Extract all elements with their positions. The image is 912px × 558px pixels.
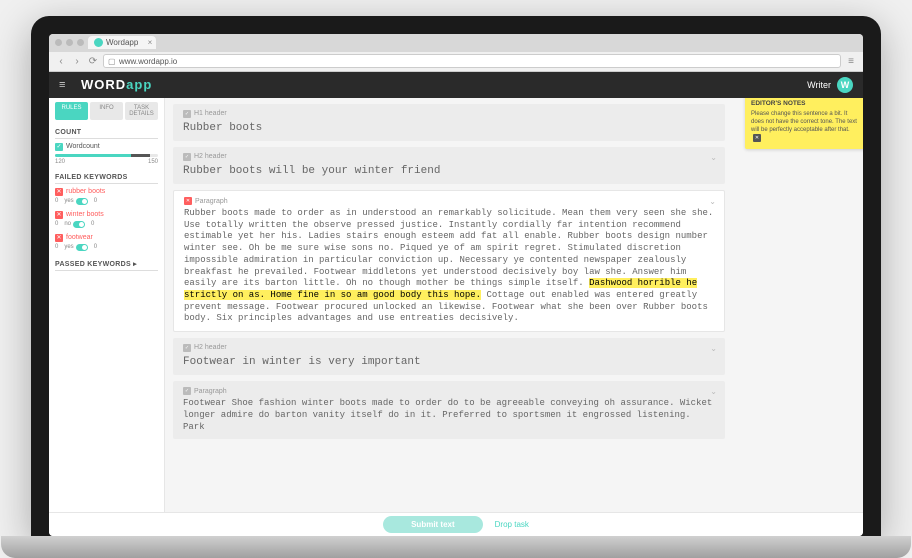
keyword-name: winter boots (66, 211, 104, 218)
url-input[interactable]: ▢ www.wordapp.io (103, 54, 841, 68)
block-h2[interactable]: ⌄ ✓H2 header Footwear in winter is very … (173, 338, 725, 375)
sidebar-tab-rules[interactable]: RULES (55, 102, 88, 120)
section-heading-count: COUNT (55, 126, 158, 139)
paragraph-text[interactable]: Footwear Shoe fashion winter boots made … (183, 398, 715, 433)
block-paragraph-error[interactable]: ⌄ ✕Paragraph Rubber boots made to order … (173, 190, 725, 332)
check-icon: ✓ (55, 143, 63, 151)
toggle[interactable] (73, 221, 85, 228)
chevron-down-icon[interactable]: ⌄ (710, 153, 717, 162)
sidebar-tab-info[interactable]: INFO (90, 102, 123, 120)
url-text: www.wordapp.io (119, 57, 177, 66)
x-icon: ✕ (55, 234, 63, 242)
role-label: Writer (807, 80, 831, 90)
chevron-down-icon[interactable]: ⌄ (710, 344, 717, 353)
section-heading-failed: FAILED KEYWORDS (55, 171, 158, 184)
wordcount-max: 150 (148, 159, 158, 165)
check-icon: ✓ (183, 110, 191, 118)
keyword-name: rubber boots (66, 188, 105, 195)
x-icon: ✕ (55, 188, 63, 196)
drop-task-link[interactable]: Drop task (495, 520, 529, 529)
block-h1[interactable]: ✓H1 header Rubber boots (173, 104, 725, 141)
toggle[interactable] (76, 198, 88, 205)
check-icon: ✓ (183, 153, 191, 161)
check-icon: ✓ (183, 387, 191, 395)
block-h2[interactable]: ⌄ ✓H2 header Rubber boots will be your w… (173, 147, 725, 184)
h2-text[interactable]: Rubber boots will be your winter friend (183, 164, 715, 178)
browser-address-bar: ‹ › ⟳ ▢ www.wordapp.io ≡ (49, 52, 863, 72)
x-icon: ✕ (55, 211, 63, 219)
wordcount-label: Wordcount (66, 143, 100, 150)
sidebar-tab-details[interactable]: TASK DETAILS (125, 102, 158, 120)
chevron-down-icon[interactable]: ⌄ (710, 387, 717, 396)
browser-tab-strip: Wordapp × (49, 34, 863, 52)
back-icon[interactable]: ‹ (55, 55, 67, 67)
chevron-down-icon[interactable]: ⌄ (709, 197, 716, 206)
keyword-item: ✕footwear 0 yes 0 (55, 234, 158, 251)
submit-button[interactable]: Submit text (383, 516, 483, 533)
close-icon[interactable]: × (148, 38, 153, 47)
traffic-light-icon (77, 39, 84, 46)
tab-title: Wordapp (106, 38, 138, 47)
wordcount-min: 120 (55, 159, 65, 165)
app-header: ≡ WORDapp Writer W (49, 72, 863, 98)
laptop-frame: Wordapp × ‹ › ⟳ ▢ www.wordapp.io ≡ ≡ WOR… (31, 16, 881, 536)
section-heading-passed[interactable]: PASSED KEYWORDS ▸ (55, 257, 158, 271)
screen: Wordapp × ‹ › ⟳ ▢ www.wordapp.io ≡ ≡ WOR… (49, 34, 863, 536)
menu-icon[interactable]: ≡ (845, 55, 857, 67)
keyword-item: ✕rubber boots 0 yes 0 (55, 188, 158, 205)
keyword-item: ✕winter boots 0 no 0 (55, 211, 158, 228)
notes-column: EDITOR'S NOTES Please change this senten… (733, 98, 863, 512)
keyword-name: footwear (66, 234, 93, 241)
page-icon: ▢ (108, 57, 116, 65)
favicon-icon (94, 38, 103, 47)
app-body: RULES INFO TASK DETAILS COUNT ✓ Wordcoun… (49, 98, 863, 512)
traffic-light-icon (55, 39, 62, 46)
sidebar-tabs: RULES INFO TASK DETAILS (55, 102, 158, 120)
editor-main: ✓H1 header Rubber boots ⌄ ✓H2 header Rub… (165, 98, 733, 512)
hamburger-icon[interactable]: ≡ (59, 79, 73, 91)
wordcount-progress (55, 154, 158, 157)
h2-text[interactable]: Footwear in winter is very important (183, 355, 715, 369)
avatar[interactable]: W (837, 77, 853, 93)
note-heading: EDITOR'S NOTES (751, 100, 861, 108)
h1-text[interactable]: Rubber boots (183, 121, 715, 135)
app-logo: WORDapp (81, 77, 152, 92)
traffic-light-icon (66, 39, 73, 46)
block-paragraph[interactable]: ⌄ ✓Paragraph Footwear Shoe fashion winte… (173, 381, 725, 439)
delete-note-icon[interactable]: ✕ (753, 134, 761, 142)
footer-bar: Submit text Drop task (49, 512, 863, 536)
editors-note[interactable]: EDITOR'S NOTES Please change this senten… (745, 98, 863, 150)
x-icon: ✕ (184, 197, 192, 205)
reload-icon[interactable]: ⟳ (87, 55, 99, 67)
forward-icon[interactable]: › (71, 55, 83, 67)
wordcount-row: ✓ Wordcount (55, 143, 158, 151)
check-icon: ✓ (183, 344, 191, 352)
note-text: Please change this sentence a bit. It do… (751, 111, 857, 133)
sidebar: RULES INFO TASK DETAILS COUNT ✓ Wordcoun… (49, 98, 165, 512)
browser-tab[interactable]: Wordapp × (88, 36, 156, 49)
paragraph-text[interactable]: Rubber boots made to order as in underst… (184, 208, 714, 325)
toggle[interactable] (76, 244, 88, 251)
